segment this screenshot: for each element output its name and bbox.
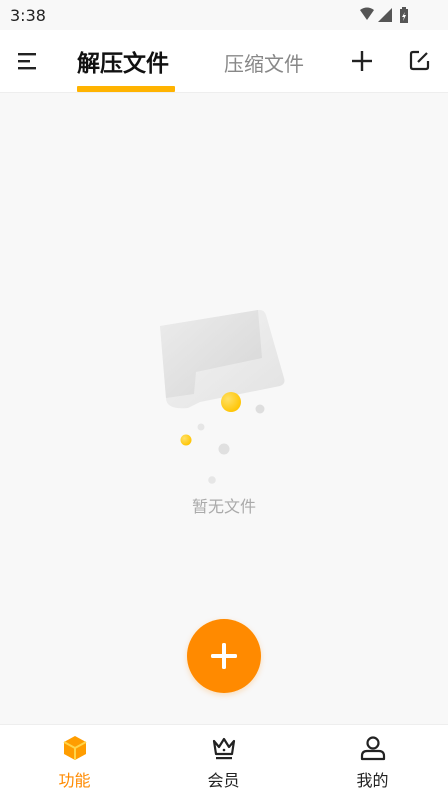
crown-icon: [212, 737, 236, 760]
battery-icon: [400, 7, 408, 23]
nav-label-membership: 会员: [207, 771, 240, 790]
bottom-nav: 功能 会员 我的: [0, 724, 448, 797]
status-icons: [358, 6, 418, 24]
top-header: 解压文件 压缩文件: [0, 30, 448, 93]
edit-icon: [409, 50, 430, 71]
menu-button[interactable]: [16, 50, 40, 72]
cube-icon: [63, 736, 87, 760]
person-icon: [360, 736, 386, 761]
status-time: 3:38: [10, 6, 46, 25]
nav-item-profile[interactable]: 我的: [298, 725, 447, 797]
active-tab-indicator: [77, 86, 175, 92]
nav-label-functions: 功能: [58, 771, 91, 790]
add-button[interactable]: [349, 48, 375, 74]
file-list-area: 暂无文件: [0, 93, 448, 724]
add-file-fab[interactable]: [187, 619, 261, 693]
nav-label-profile: 我的: [356, 771, 389, 790]
tab-extract-files[interactable]: 解压文件: [77, 44, 169, 78]
status-bar: 3:38: [0, 0, 448, 30]
signal-icon: [378, 8, 392, 22]
empty-folder-illustration: [160, 309, 285, 484]
wifi-icon: [360, 7, 374, 20]
menu-icon: [18, 53, 36, 70]
plus-icon: [352, 51, 372, 71]
empty-state-message: 暂无文件: [191, 497, 256, 516]
plus-icon: [211, 643, 237, 669]
nav-item-membership[interactable]: 会员: [149, 725, 298, 797]
nav-item-functions[interactable]: 功能: [0, 725, 149, 797]
edit-button[interactable]: [407, 47, 433, 73]
tab-compress-files[interactable]: 压缩文件: [224, 48, 304, 77]
